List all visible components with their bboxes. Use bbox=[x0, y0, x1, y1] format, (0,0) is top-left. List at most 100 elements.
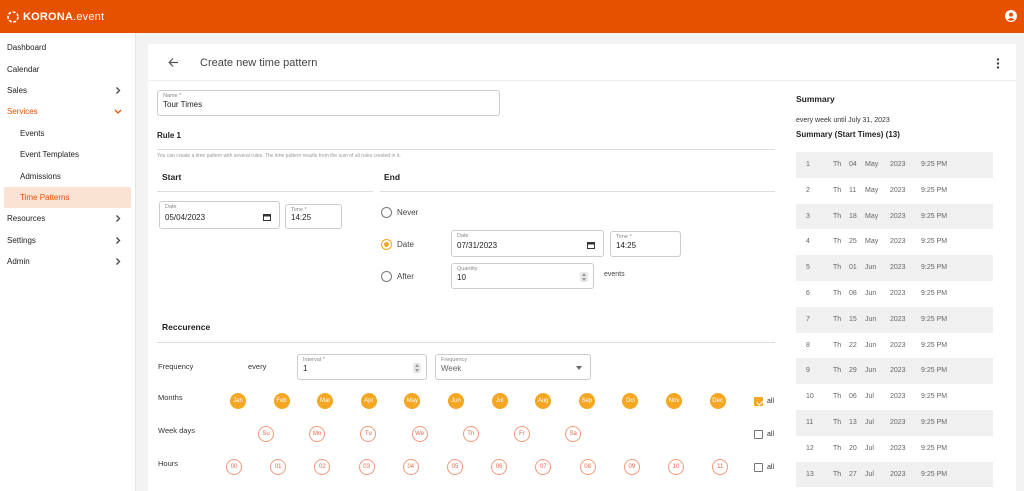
summary-row: 4 Th 25 May 2023 9:25 PM bbox=[796, 229, 993, 255]
summary-title: Summary bbox=[796, 94, 835, 104]
sidebar-item-sales[interactable]: Sales bbox=[0, 80, 135, 101]
summary-cell-m: May bbox=[865, 212, 879, 220]
hour-toggle-10[interactable]: 10 bbox=[668, 459, 684, 475]
sidebar-item-settings[interactable]: Settings bbox=[0, 230, 135, 251]
account-icon[interactable] bbox=[1005, 10, 1017, 22]
sidebar-item-dashboard[interactable]: Dashboard bbox=[0, 37, 135, 58]
every-label: every bbox=[248, 362, 267, 371]
weekdays-all-checkbox[interactable] bbox=[754, 430, 763, 439]
month-toggle-apr[interactable]: Apr bbox=[360, 393, 377, 409]
hour-toggle-05[interactable]: 05 bbox=[447, 459, 463, 475]
end-date-radio[interactable] bbox=[381, 239, 392, 250]
summary-cell-t: 9:25 PM bbox=[921, 315, 948, 323]
month-toggle-sep[interactable]: Sep bbox=[578, 393, 595, 409]
hour-toggle-09[interactable]: 09 bbox=[623, 459, 640, 475]
summary-cell-y: 2023 bbox=[890, 238, 906, 246]
summary-cell-wd: Th bbox=[833, 470, 842, 478]
sidebar-item-label: Resources bbox=[7, 214, 46, 224]
month-toggle-dec[interactable]: Dec bbox=[709, 393, 726, 409]
summary-cell-wd: Th bbox=[833, 444, 842, 452]
summary-cell-t: 9:25 PM bbox=[921, 186, 948, 194]
summary-cell-y: 2023 bbox=[890, 161, 906, 168]
end-time-field[interactable]: Time * 14:25 bbox=[610, 231, 681, 257]
end-date-field[interactable]: Date 07/31/2023 bbox=[451, 230, 604, 257]
frequency-select[interactable]: Frequency Week bbox=[435, 354, 591, 380]
summary-cell-y: 2023 bbox=[890, 393, 906, 401]
rule-title: Rule 1 bbox=[157, 131, 182, 140]
hour-toggle-04[interactable]: 04 bbox=[402, 459, 419, 475]
weekday-toggle-su[interactable]: Su bbox=[258, 426, 274, 442]
summary-cell-y: 2023 bbox=[890, 341, 906, 349]
summary-cell-wd: Th bbox=[833, 290, 842, 297]
sidebar-item-services[interactable]: Services bbox=[0, 101, 135, 122]
end-time-value: 14:25 bbox=[616, 241, 637, 250]
month-toggle-nov[interactable]: Nov bbox=[666, 393, 682, 409]
summary-cell-m: Jun bbox=[865, 264, 877, 272]
hour-toggle-08[interactable]: 08 bbox=[579, 459, 596, 475]
top-bar: KORONA .event bbox=[0, 0, 1024, 33]
summary-row: 3 Th 18 May 2023 9:25 PM bbox=[796, 203, 993, 230]
month-toggle-jul[interactable]: Jul bbox=[491, 393, 508, 409]
summary-row: 10 Th 06 Jul 2023 9:25 PM bbox=[796, 384, 993, 410]
start-time-field[interactable]: Time * 14:25 bbox=[285, 204, 342, 229]
calendar-icon[interactable] bbox=[587, 241, 595, 249]
start-date-field[interactable]: Date 05/04/2023 bbox=[159, 201, 280, 229]
end-time-label: Time * bbox=[616, 234, 632, 240]
summary-row: 13 Th 27 Jul 2023 9:25 PM bbox=[796, 461, 993, 488]
summary-cell-d: 20 bbox=[849, 444, 857, 452]
logo-suffix: .event bbox=[73, 10, 105, 23]
interval-stepper[interactable] bbox=[413, 363, 421, 373]
sidebar-item-event-templates[interactable]: Event Templates bbox=[0, 144, 135, 165]
sidebar-item-calendar[interactable]: Calendar bbox=[0, 58, 135, 79]
hours-all-checkbox[interactable] bbox=[754, 463, 763, 472]
month-toggle-jun[interactable]: Jun bbox=[448, 393, 464, 409]
summary-cell-t: 9:25 PM bbox=[921, 393, 948, 401]
sidebar-item-label: Event Templates bbox=[20, 150, 79, 160]
weekday-toggle-th[interactable]: Th bbox=[462, 426, 479, 442]
end-after-radio[interactable] bbox=[381, 271, 392, 282]
end-title: End bbox=[384, 172, 401, 182]
sidebar-item-time-patterns[interactable]: Time Patterns bbox=[4, 186, 131, 209]
summary-cell-m: Jun bbox=[865, 367, 877, 375]
chevron-right-icon bbox=[116, 236, 121, 244]
quantity-stepper[interactable] bbox=[580, 272, 588, 282]
name-field[interactable]: Name * Tour Times bbox=[157, 90, 500, 116]
quantity-field[interactable]: Quantity 10 bbox=[451, 263, 594, 289]
weekday-toggle-fr[interactable]: Fr bbox=[514, 426, 530, 442]
end-never-radio[interactable] bbox=[381, 207, 392, 218]
summary-cell-n: 10 bbox=[806, 393, 814, 401]
summary-cell-n: 7 bbox=[806, 315, 810, 323]
sidebar-item-resources[interactable]: Resources bbox=[0, 208, 135, 229]
calendar-icon[interactable] bbox=[263, 213, 271, 221]
months-label: Months bbox=[158, 393, 183, 402]
page-title: Create new time pattern bbox=[200, 57, 318, 69]
weekday-toggle-we[interactable]: We bbox=[411, 426, 428, 442]
summary-cell-t: 9:25 PM bbox=[921, 419, 948, 426]
summary-cell-y: 2023 bbox=[890, 419, 906, 426]
summary-cell-n: 12 bbox=[806, 444, 814, 452]
summary-cell-n: 13 bbox=[806, 470, 814, 478]
summary-cell-t: 9:25 PM bbox=[921, 161, 948, 168]
summary-cell-n: 8 bbox=[806, 341, 810, 349]
hour-toggle-00[interactable]: 00 bbox=[226, 459, 242, 475]
interval-field[interactable]: Interval * 1 bbox=[297, 354, 427, 380]
month-toggle-feb[interactable]: Feb bbox=[273, 393, 290, 409]
summary-cell-wd: Th bbox=[833, 367, 842, 375]
summary-cell-n: 9 bbox=[806, 367, 810, 375]
sidebar-item-admin[interactable]: Admin bbox=[0, 251, 135, 272]
summary-row: 2 Th 11 May 2023 9:25 PM bbox=[796, 178, 993, 204]
summary-cell-m: May bbox=[865, 161, 879, 168]
app-logo[interactable]: KORONA .event bbox=[6, 10, 104, 24]
start-date-value: 05/04/2023 bbox=[165, 213, 206, 222]
sidebar-item-events[interactable]: Events bbox=[0, 123, 135, 144]
months-all-checkbox[interactable] bbox=[754, 397, 763, 406]
more-options-icon[interactable] bbox=[996, 58, 1000, 69]
sidebar-item-admissions[interactable]: Admissions bbox=[0, 165, 135, 186]
summary-cell-t: 9:25 PM bbox=[921, 341, 948, 349]
back-arrow-icon[interactable] bbox=[168, 57, 179, 68]
month-toggle-jan[interactable]: Jan bbox=[230, 393, 246, 409]
hour-toggle-03[interactable]: 03 bbox=[358, 459, 375, 475]
summary-row: 8 Th 22 Jun 2023 9:25 PM bbox=[796, 333, 993, 359]
summary-cell-n: 4 bbox=[806, 238, 810, 246]
summary-cell-y: 2023 bbox=[890, 290, 906, 297]
